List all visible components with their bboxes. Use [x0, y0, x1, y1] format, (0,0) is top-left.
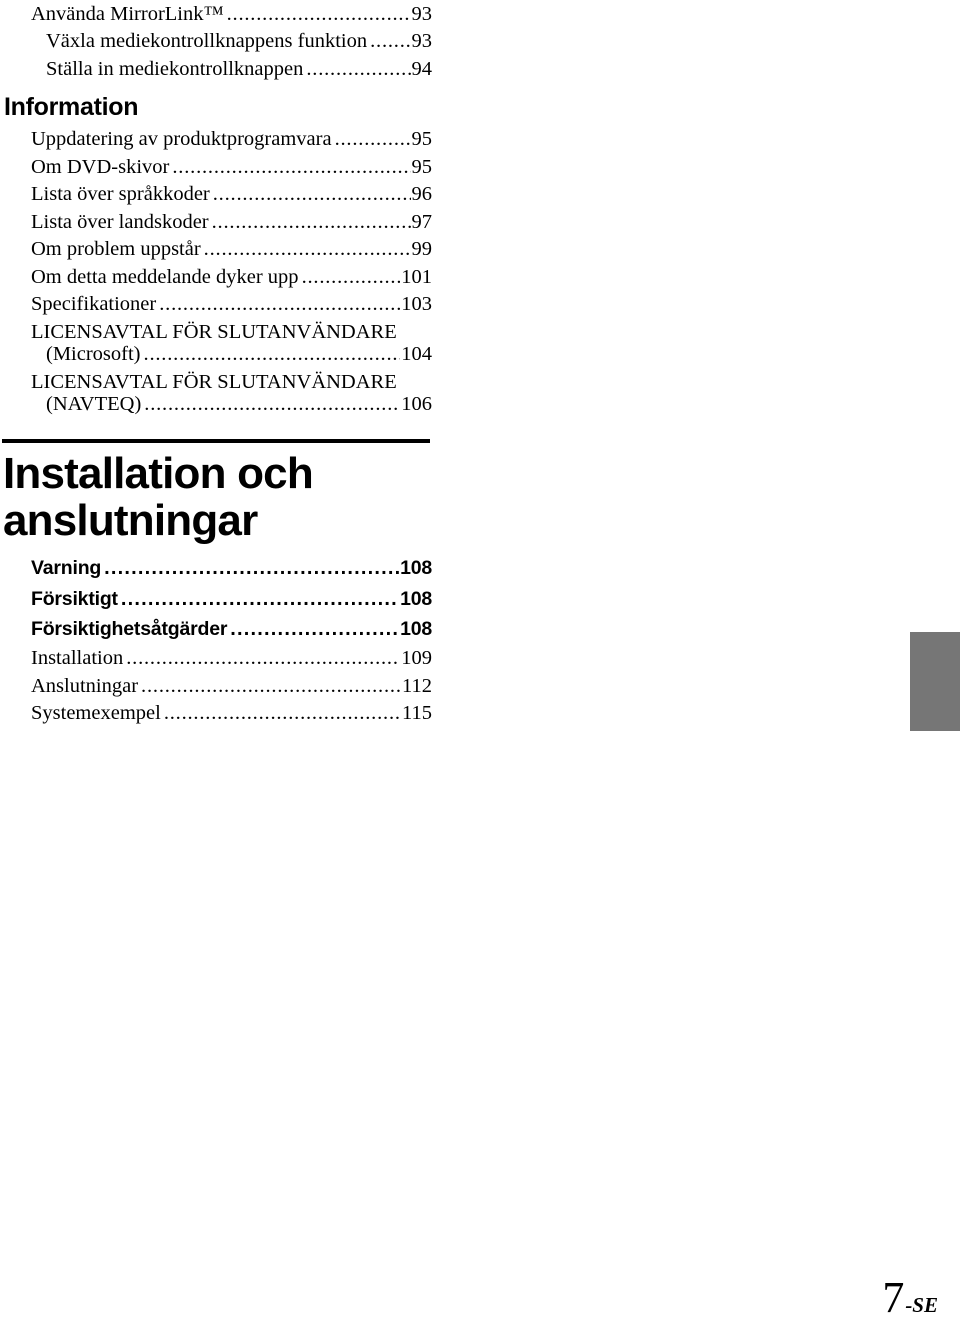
toc-page-number: 95 [411, 155, 433, 178]
toc-dot-leader: ........................................… [126, 648, 401, 669]
toc-entry[interactable]: Försiktighetsåtgärder ..................… [0, 614, 432, 645]
toc-entry[interactable]: Om detta meddelande dyker upp ..........… [0, 263, 432, 291]
toc-entry-title: Försiktigt [31, 587, 118, 610]
toc-dot-leader: ........................................… [143, 344, 401, 365]
toc-dot-leader: ........................................… [211, 211, 411, 233]
toc-entry[interactable]: LICENSAVTAL FÖR SLUTANVÄNDARE (NAVTEQ) .… [0, 368, 432, 418]
toc-page-number: 93 [411, 30, 433, 52]
toc-entry-title: Specifikationer [31, 293, 157, 316]
toc-entry-title-line1: LICENSAVTAL FÖR SLUTANVÄNDARE [31, 370, 397, 393]
toc-page-number: 112 [402, 674, 432, 697]
toc-entry-title: Uppdatering av produktprogramvara [31, 128, 332, 151]
page-number: 7 [882, 1273, 905, 1322]
toc-entry[interactable]: Varning ................................… [0, 553, 432, 584]
toc-page-number: 95 [411, 128, 433, 151]
toc-page-number: 101 [401, 265, 432, 288]
toc-top-group: Använda MirrorLink™ ....................… [0, 0, 432, 83]
toc-dot-leader: ........................................… [163, 703, 401, 724]
table-of-contents: Använda MirrorLink™ ....................… [0, 0, 432, 727]
toc-dot-leader: ........................................… [370, 31, 410, 52]
toc-entry[interactable]: Växla mediekontrollknappens funktion ...… [0, 28, 432, 56]
toc-entry-title: Om problem uppstår [31, 238, 201, 261]
toc-entry-title: Försiktighetsåtgärder [31, 618, 228, 641]
toc-dot-leader: ........................................… [301, 266, 401, 288]
toc-entry-title-line1: LICENSAVTAL FÖR SLUTANVÄNDARE [31, 320, 397, 343]
toc-dot-leader: ........................................… [226, 3, 411, 24]
toc-entry-title: (Microsoft) [46, 343, 141, 366]
toc-entry-title: Om DVD-skivor [31, 155, 170, 178]
toc-entry[interactable]: Lista över landskoder ..................… [0, 208, 432, 236]
toc-entry-title: Varning [31, 557, 102, 580]
toc-dot-leader: ........................................… [230, 619, 400, 640]
toc-entry-title: Om detta meddelande dyker upp [31, 265, 299, 288]
page-footer: 7 -SE [882, 1276, 938, 1320]
toc-dot-leader: ........................................… [306, 58, 411, 79]
toc-entry-title: Anslutningar [31, 674, 139, 697]
toc-page: Använda MirrorLink™ ....................… [0, 0, 960, 1338]
toc-dot-leader: ........................................… [212, 184, 411, 205]
toc-entry[interactable]: Lista över språkkoder ..................… [0, 181, 432, 209]
toc-dot-leader: ........................................… [334, 129, 411, 150]
toc-entry[interactable]: Systemexempel ..........................… [0, 700, 432, 728]
toc-page-number: 108 [400, 557, 432, 580]
toc-page-number: 97 [411, 210, 433, 233]
toc-dot-leader: ........................................… [159, 294, 400, 315]
toc-entry[interactable]: Installation ...........................… [0, 645, 432, 673]
toc-page-number: 96 [411, 183, 433, 206]
toc-page-number: 108 [400, 587, 432, 610]
toc-entry-title: Lista över landskoder [31, 210, 209, 233]
toc-entry-title: Systemexempel [31, 702, 161, 725]
page-number-suffix: -SE [905, 1293, 938, 1317]
toc-entry-continuation: (Microsoft) ............................… [0, 342, 432, 368]
toc-entry[interactable]: Försiktigt .............................… [0, 584, 432, 615]
toc-entry-title: Växla mediekontrollknappens funktion [46, 30, 368, 52]
toc-entry-title: Installation [31, 647, 124, 670]
toc-entry[interactable]: Uppdatering av produktprogramvara ......… [0, 126, 432, 154]
toc-dot-leader: ........................................… [104, 558, 399, 579]
chapter-title: Installation och anslutningar [3, 449, 314, 546]
toc-entry[interactable]: Anslutningar ...........................… [0, 672, 432, 700]
toc-dot-leader: ........................................… [203, 239, 411, 260]
section-heading: Information [4, 92, 139, 121]
toc-page-number: 115 [402, 702, 432, 725]
toc-dot-leader: ........................................… [120, 588, 399, 609]
toc-page-number: 109 [401, 647, 432, 670]
toc-section-installation: Installation och anslutningar Varning ..… [0, 418, 432, 727]
toc-page-number: 103 [401, 293, 432, 316]
toc-page-number: 93 [411, 2, 433, 25]
toc-page-number: 106 [401, 393, 432, 416]
toc-dot-leader: ........................................… [141, 675, 401, 697]
toc-section-information: Information Uppdatering av produktprogra… [0, 83, 432, 419]
toc-entry[interactable]: Specifikationer ........................… [0, 291, 432, 319]
thumb-index-tab [910, 632, 960, 731]
toc-page-number: 104 [401, 343, 432, 366]
toc-entry-title: Lista över språkkoder [31, 183, 210, 206]
toc-entry-title: (NAVTEQ) [46, 393, 142, 416]
toc-entry[interactable]: Om DVD-skivor ..........................… [0, 153, 432, 181]
toc-entry-title: Ställa in mediekontrollknappen [46, 57, 304, 80]
toc-page-number: 94 [411, 57, 433, 80]
toc-entry-title: Använda MirrorLink™ [31, 2, 224, 25]
toc-entry[interactable]: Ställa in mediekontrollknappen .........… [0, 55, 432, 83]
toc-entry[interactable]: Använda MirrorLink™ ....................… [0, 0, 432, 28]
toc-entry[interactable]: Om problem uppstår .....................… [0, 236, 432, 264]
toc-dot-leader: ........................................… [172, 156, 410, 178]
toc-page-number: 108 [400, 618, 432, 641]
toc-entry-continuation: (NAVTEQ) ...............................… [0, 392, 432, 418]
toc-dot-leader: ........................................… [144, 394, 400, 415]
toc-entry[interactable]: LICENSAVTAL FÖR SLUTANVÄNDARE (Microsoft… [0, 318, 432, 368]
toc-page-number: 99 [411, 238, 433, 261]
